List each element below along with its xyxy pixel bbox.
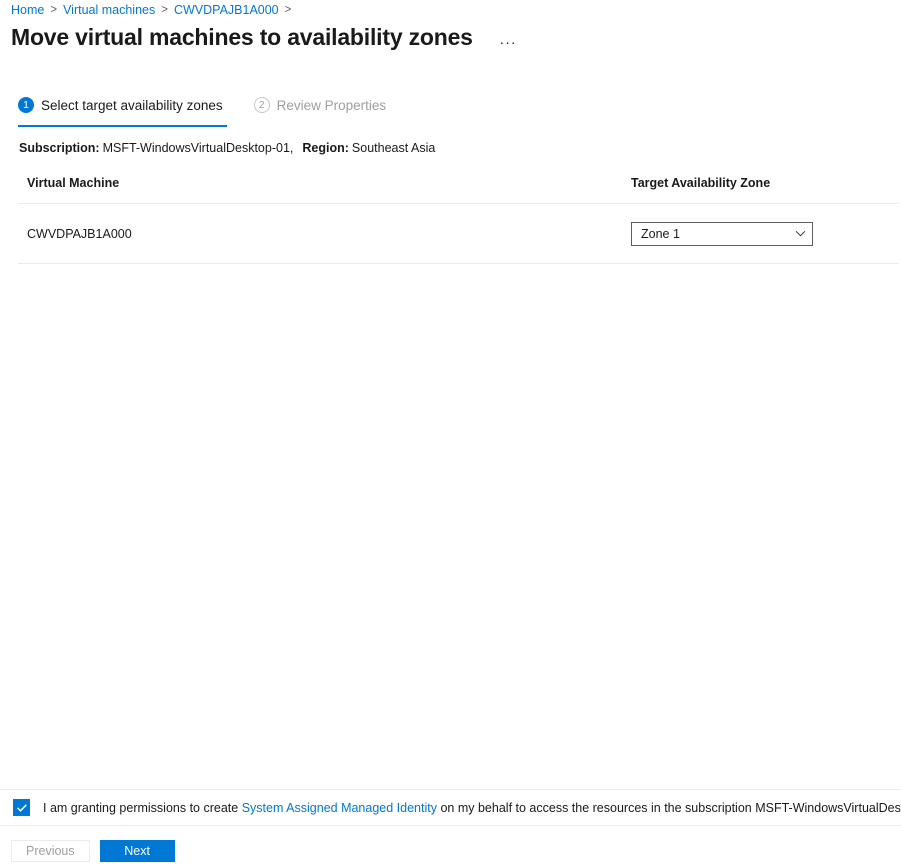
previous-button[interactable]: Previous <box>11 840 90 862</box>
step-number-1: 1 <box>18 97 34 113</box>
table-header-row: Virtual Machine Target Availability Zone <box>18 176 899 204</box>
column-header-target-availability-zone: Target Availability Zone <box>631 176 771 190</box>
subscription-label: Subscription: <box>19 141 100 155</box>
target-zone-selected-value: Zone 1 <box>641 226 680 241</box>
page-header: Move virtual machines to availability zo… <box>11 23 520 51</box>
chevron-down-icon <box>795 228 806 239</box>
breadcrumb: Home > Virtual machines > CWVDPAJB1A000 … <box>11 1 297 19</box>
tab-label: Select target availability zones <box>41 97 223 113</box>
breadcrumb-item-home[interactable]: Home <box>11 3 44 17</box>
tab-label: Review Properties <box>276 97 387 113</box>
consent-text-after: on my behalf to access the resources in … <box>440 800 901 815</box>
tab-review-properties[interactable]: 2 Review Properties <box>253 97 387 125</box>
region-label: Region: <box>302 141 349 155</box>
page-title: Move virtual machines to availability zo… <box>11 24 473 50</box>
consent-text-before: I am granting permissions to create <box>43 800 239 815</box>
vm-zone-table: Virtual Machine Target Availability Zone… <box>18 176 899 264</box>
system-assigned-managed-identity-link[interactable]: System Assigned Managed Identity <box>242 801 437 815</box>
target-zone-dropdown[interactable]: Zone 1 <box>631 221 813 246</box>
region-value: Southeast Asia <box>351 141 436 155</box>
consent-bar: I am granting permissions to create Syst… <box>0 789 901 826</box>
next-button[interactable]: Next <box>99 840 175 862</box>
breadcrumb-separator: > <box>284 4 292 16</box>
table-row: CWVDPAJB1A000 Zone 1 <box>18 204 899 264</box>
breadcrumb-item-virtual-machines[interactable]: Virtual machines <box>63 3 155 17</box>
breadcrumb-separator: > <box>161 4 168 16</box>
subscription-region-summary: Subscription: MSFT-WindowsVirtualDesktop-… <box>19 141 435 155</box>
subscription-value: MSFT-WindowsVirtualDesktop-01, <box>102 141 294 155</box>
consent-checkbox[interactable] <box>13 799 30 816</box>
column-header-virtual-machine: Virtual Machine <box>27 176 120 190</box>
consent-text: I am granting permissions to create Syst… <box>43 801 901 815</box>
step-number-2: 2 <box>253 97 270 113</box>
breadcrumb-item-vm-name[interactable]: CWVDPAJB1A000 <box>174 3 279 17</box>
breadcrumb-separator: > <box>50 4 58 16</box>
ellipsis-icon[interactable]: ... <box>497 32 520 47</box>
tab-select-target-availability-zones[interactable]: 1 Select target availability zones <box>18 97 227 127</box>
wizard-footer-buttons: Previous Next <box>11 840 175 862</box>
wizard-steps: 1 Select target availability zones 2 Rev… <box>18 97 386 127</box>
cell-target-zone: Zone 1 <box>627 221 899 246</box>
cell-virtual-machine-name: CWVDPAJB1A000 <box>27 226 132 241</box>
